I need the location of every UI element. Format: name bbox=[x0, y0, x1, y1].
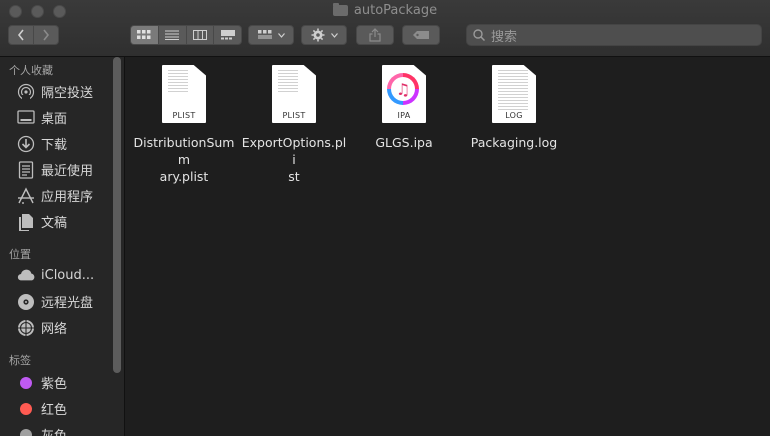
sidebar-item-label: 下载 bbox=[41, 138, 68, 153]
icon-view-button[interactable] bbox=[131, 26, 159, 44]
action-menu-button[interactable] bbox=[301, 25, 347, 45]
finder-window: autoPackage 搜索 个人收藏 隔空投送 桌面 下载 最近使用 应用程序… bbox=[0, 0, 770, 436]
gray-tag-dot-icon bbox=[20, 428, 32, 436]
music-note-icon: ♫ bbox=[387, 73, 419, 105]
sidebar-item-airdrop[interactable]: 隔空投送 bbox=[17, 82, 93, 101]
file-name: GLGS.ipa bbox=[375, 135, 433, 150]
columns-icon bbox=[192, 30, 207, 40]
view-mode-control bbox=[130, 25, 242, 45]
folder-icon bbox=[332, 3, 348, 16]
recents-icon bbox=[17, 160, 35, 179]
sidebar-item-tag-red[interactable]: 红色 bbox=[17, 399, 67, 418]
file-browser: PLIST DistributionSumm ary.plist PLIST E… bbox=[126, 57, 770, 436]
search-field[interactable]: 搜索 bbox=[466, 24, 762, 46]
group-icon bbox=[257, 30, 272, 39]
forward-button[interactable] bbox=[34, 26, 58, 44]
window-title: autoPackage bbox=[0, 3, 770, 18]
sidebar-item-icloud[interactable]: iCloud... bbox=[17, 266, 94, 284]
sidebar-item-tag-purple[interactable]: 紫色 bbox=[17, 373, 67, 392]
downloads-icon bbox=[17, 135, 35, 153]
file-item[interactable]: PLIST DistributionSumm ary.plist bbox=[131, 65, 237, 185]
share-button[interactable] bbox=[356, 25, 394, 45]
chevron-right-icon bbox=[43, 29, 50, 41]
share-icon bbox=[369, 28, 381, 42]
sidebar-item-label: 紫色 bbox=[41, 377, 68, 392]
sidebar-item-network[interactable]: 网络 bbox=[17, 318, 67, 337]
sidebar-item-downloads[interactable]: 下载 bbox=[17, 134, 67, 153]
navigation-buttons bbox=[8, 25, 59, 45]
file-item[interactable]: PLIST ExportOptions.pli st bbox=[241, 65, 347, 185]
log-file-icon: LOG bbox=[492, 65, 536, 123]
window-title-text: autoPackage bbox=[353, 3, 438, 18]
file-name: DistributionSumm ary.plist bbox=[133, 135, 235, 184]
list-icon bbox=[165, 30, 180, 40]
sidebar-item-label: 桌面 bbox=[41, 112, 68, 127]
desktop-icon bbox=[17, 109, 35, 127]
sidebar-item-label: 最近使用 bbox=[41, 164, 94, 179]
sidebar-item-documents[interactable]: 文稿 bbox=[17, 212, 67, 231]
purple-tag-dot-icon bbox=[20, 376, 32, 389]
plist-file-icon: PLIST bbox=[272, 65, 316, 123]
gear-icon bbox=[311, 28, 324, 42]
list-view-button[interactable] bbox=[159, 26, 187, 44]
sidebar-item-label: 红色 bbox=[41, 403, 68, 418]
search-icon bbox=[473, 29, 485, 41]
sidebar-item-desktop[interactable]: 桌面 bbox=[17, 108, 67, 127]
sidebar-item-label: 网络 bbox=[41, 322, 68, 337]
sidebar-item-label: 应用程序 bbox=[41, 190, 94, 205]
sidebar-item-label: 文稿 bbox=[41, 216, 68, 231]
sidebar-heading-tags: 标签 bbox=[9, 354, 31, 367]
tag-icon bbox=[413, 31, 429, 39]
sidebar-item-recents[interactable]: 最近使用 bbox=[17, 160, 93, 179]
airdrop-icon bbox=[17, 83, 35, 101]
toolbar: autoPackage 搜索 bbox=[0, 0, 770, 57]
file-item[interactable]: ♫ IPA GLGS.ipa bbox=[351, 65, 457, 151]
gallery-view-button[interactable] bbox=[214, 26, 241, 44]
sidebar-item-tag-gray[interactable]: 灰色 bbox=[17, 425, 67, 436]
ipa-file-icon: ♫ IPA bbox=[382, 65, 426, 123]
grid-icon bbox=[137, 30, 151, 39]
sidebar-heading-locations: 位置 bbox=[9, 248, 31, 261]
plist-file-icon: PLIST bbox=[162, 65, 206, 123]
sidebar-heading-favorites: 个人收藏 bbox=[9, 64, 53, 77]
sidebar-item-label: 灰色 bbox=[41, 425, 67, 436]
documents-icon bbox=[17, 213, 35, 231]
sidebar-item-applications[interactable]: 应用程序 bbox=[17, 186, 93, 205]
file-name: ExportOptions.pli st bbox=[241, 135, 347, 184]
remote-disc-icon bbox=[17, 293, 35, 311]
gallery-icon bbox=[220, 30, 235, 40]
red-tag-dot-icon bbox=[20, 402, 32, 415]
chevron-left-icon bbox=[17, 29, 24, 41]
sidebar: 个人收藏 隔空投送 桌面 下载 最近使用 应用程序 文稿 位置 iCloud..… bbox=[0, 57, 125, 436]
chevron-down-icon bbox=[277, 32, 285, 38]
icloud-icon bbox=[17, 266, 35, 284]
sidebar-scrollbar[interactable] bbox=[113, 57, 121, 373]
search-placeholder: 搜索 bbox=[491, 29, 518, 45]
network-icon bbox=[17, 319, 35, 337]
back-button[interactable] bbox=[9, 26, 34, 44]
sidebar-item-label: 远程光盘 bbox=[41, 296, 94, 311]
file-name: Packaging.log bbox=[470, 135, 558, 150]
sidebar-item-label: 隔空投送 bbox=[41, 86, 94, 101]
file-item[interactable]: LOG Packaging.log bbox=[461, 65, 567, 151]
sidebar-item-label: iCloud... bbox=[41, 267, 95, 283]
column-view-button[interactable] bbox=[187, 26, 215, 44]
sidebar-item-remote-disc[interactable]: 远程光盘 bbox=[17, 292, 93, 311]
applications-icon bbox=[17, 186, 35, 205]
tags-button[interactable] bbox=[402, 25, 440, 45]
group-by-button[interactable] bbox=[248, 25, 294, 45]
chevron-down-icon bbox=[330, 32, 338, 38]
